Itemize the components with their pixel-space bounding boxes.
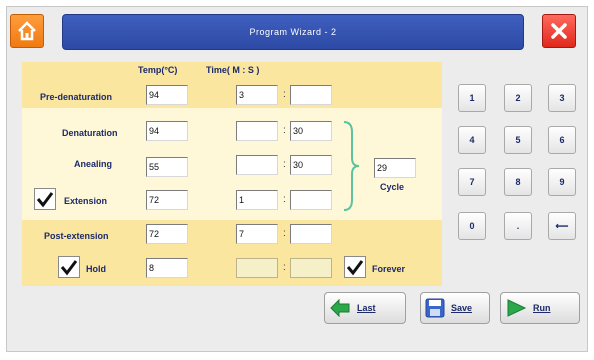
checkmark-icon xyxy=(60,260,78,276)
post-extension-sec-field[interactable] xyxy=(290,224,332,244)
time-separator: : xyxy=(283,125,286,136)
denaturation-sec-field[interactable]: 30 xyxy=(290,121,332,141)
close-button[interactable] xyxy=(542,14,576,48)
keypad-key-1[interactable]: 1 xyxy=(458,84,486,112)
keypad-key-2[interactable]: 2 xyxy=(504,84,532,112)
last-button[interactable]: Last xyxy=(324,292,406,324)
extension-label: Extension xyxy=(64,196,108,206)
pre-denaturation-min-field[interactable]: 3 xyxy=(236,85,278,105)
run-button-label: Run xyxy=(533,303,551,313)
home-button[interactable] xyxy=(10,14,44,48)
last-button-label: Last xyxy=(357,303,376,313)
denaturation-label: Denaturation xyxy=(62,128,118,138)
keypad-backspace-key[interactable]: ⟵ xyxy=(548,212,576,240)
play-icon xyxy=(507,299,527,317)
close-icon xyxy=(551,23,567,39)
hold-temp-field[interactable]: 8 xyxy=(146,258,188,278)
save-icon xyxy=(425,298,445,318)
forever-checkbox[interactable] xyxy=(344,256,366,278)
time-column-header: Time( M : S ) xyxy=(206,65,260,75)
annealing-min-field[interactable] xyxy=(236,155,278,175)
keypad-key-dot[interactable]: . xyxy=(504,212,532,240)
cycle-label: Cycle xyxy=(380,182,405,192)
time-separator: : xyxy=(283,194,286,205)
hold-sec-field xyxy=(290,258,332,278)
pre-denaturation-temp-field[interactable]: 94 xyxy=(146,85,188,105)
time-separator: : xyxy=(283,89,286,100)
post-extension-label: Post-extension xyxy=(44,231,109,241)
checkmark-icon xyxy=(346,260,364,276)
hold-checkbox[interactable] xyxy=(58,256,80,278)
post-extension-band xyxy=(22,220,442,286)
extension-min-field[interactable]: 1 xyxy=(236,190,278,210)
extension-temp-field[interactable]: 72 xyxy=(146,190,188,210)
keypad-key-6[interactable]: 6 xyxy=(548,126,576,154)
keypad-key-4[interactable]: 4 xyxy=(458,126,486,154)
keypad-key-7[interactable]: 7 xyxy=(458,168,486,196)
back-arrow-icon xyxy=(330,298,350,318)
hold-label: Hold xyxy=(86,264,106,274)
checkmark-icon xyxy=(36,192,54,208)
save-button[interactable]: Save xyxy=(420,292,490,324)
post-extension-temp-field[interactable]: 72 xyxy=(146,224,188,244)
annealing-label: Anealing xyxy=(74,159,113,169)
post-extension-min-field[interactable]: 7 xyxy=(236,224,278,244)
extension-sec-field[interactable] xyxy=(290,190,332,210)
forever-label: Forever xyxy=(372,264,406,274)
time-separator: : xyxy=(283,228,286,239)
save-button-label: Save xyxy=(451,303,473,313)
keypad-key-5[interactable]: 5 xyxy=(504,126,532,154)
cycle-brace-icon xyxy=(343,121,360,211)
keypad-key-3[interactable]: 3 xyxy=(548,84,576,112)
hold-min-field xyxy=(236,258,278,278)
denaturation-min-field[interactable] xyxy=(236,121,278,141)
pre-denaturation-sec-field[interactable] xyxy=(290,85,332,105)
temp-column-header: Temp(°C) xyxy=(138,65,178,75)
pre-denaturation-label: Pre-denaturation xyxy=(40,92,113,102)
keypad-key-0[interactable]: 0 xyxy=(458,212,486,240)
keypad-key-8[interactable]: 8 xyxy=(504,168,532,196)
annealing-sec-field[interactable]: 30 xyxy=(290,155,332,175)
annealing-temp-field[interactable]: 55 xyxy=(146,157,188,177)
time-separator: : xyxy=(283,262,286,273)
extension-checkbox[interactable] xyxy=(34,188,56,210)
cycle-count-field[interactable]: 29 xyxy=(374,158,416,178)
home-icon xyxy=(18,21,36,41)
page-title: Program Wizard - 2 xyxy=(62,14,524,50)
keypad-key-9[interactable]: 9 xyxy=(548,168,576,196)
run-button[interactable]: Run xyxy=(500,292,580,324)
denaturation-temp-field[interactable]: 94 xyxy=(146,121,188,141)
time-separator: : xyxy=(283,159,286,170)
